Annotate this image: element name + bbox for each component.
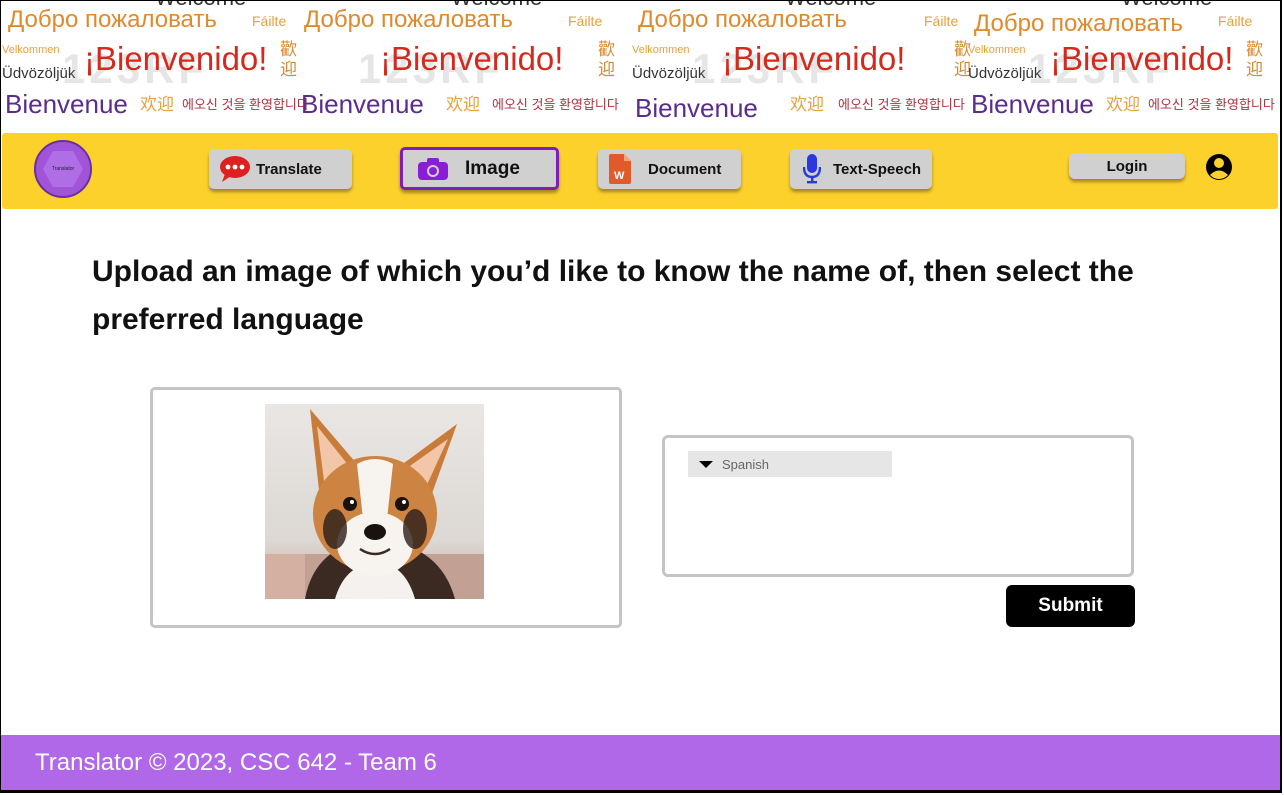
banner-word-french: Bienvenue xyxy=(971,89,1094,119)
logo-text: Translator xyxy=(51,166,75,172)
banner-word-russian: Добро пожаловать xyxy=(974,10,1183,37)
banner-word-russian: Добро пожаловать xyxy=(8,6,217,33)
nav-translate-button[interactable]: Translate xyxy=(209,149,352,189)
document-icon: W xyxy=(609,154,631,184)
banner-tile: Welcome Добро пожаловать Fáilte 123RF ¡B… xyxy=(296,0,630,132)
banner-word-korean: 에오신 것을 환영합니다 xyxy=(492,97,619,112)
login-button[interactable]: Login xyxy=(1069,153,1185,179)
nav-text-speech-label: Text-Speech xyxy=(833,160,922,178)
banner-word-korean: 에오신 것을 환영합니다 xyxy=(182,97,309,112)
banner-tile: Welcome Добро пожаловать Fáilte Velkomme… xyxy=(0,0,334,132)
banner-word-danish: Velkommen xyxy=(2,44,60,56)
banner-word-korean: 에오신 것을 환영합니다 xyxy=(838,97,965,112)
banner-word-chinese-simplified: 欢迎 xyxy=(446,95,480,114)
banner-word-russian: Добро пожаловать xyxy=(304,6,513,33)
footer: Translator © 2023, CSC 642 - Team 6 xyxy=(1,735,1281,791)
nav-bar: Translator Translate Image W Document Te… xyxy=(2,133,1278,209)
svg-text:W: W xyxy=(614,170,625,182)
app-logo[interactable]: Translator xyxy=(34,140,92,198)
banner-word-irish: Fáilte xyxy=(1218,13,1253,29)
uploaded-dog-image xyxy=(265,404,484,599)
caret-down-icon xyxy=(699,460,713,468)
banner-word-danish: Velkommen xyxy=(632,44,690,56)
language-select-value: Spanish xyxy=(722,456,769,472)
nav-text-speech-button[interactable]: Text-Speech xyxy=(790,149,932,189)
banner-word-chinese-simplified: 欢迎 xyxy=(790,95,824,114)
nav-image-label: Image xyxy=(465,157,520,179)
page-heading: Upload an image of which you’d like to k… xyxy=(92,255,1134,336)
banner-word-spanish: ¡Bienvenido! xyxy=(722,40,906,77)
submit-button[interactable]: Submit xyxy=(1006,585,1135,627)
banner-word-chinese-traditional: 歡迎 xyxy=(1246,40,1263,79)
nav-document-button[interactable]: W Document xyxy=(598,149,741,189)
banner-word-irish: Fáilte xyxy=(252,13,287,29)
camera-icon xyxy=(417,157,449,181)
banner-word-spanish: ¡Bienvenido! xyxy=(380,40,564,77)
banner-word-chinese-simplified: 欢迎 xyxy=(1106,95,1140,114)
banner-tile: Welcome Добро пожаловать Fáilte Velkomme… xyxy=(630,0,971,132)
banner-word-spanish: ¡Bienvenido! xyxy=(1050,40,1234,77)
banner-word-french: Bienvenue xyxy=(5,89,128,119)
banner-word-welcome: Welcome xyxy=(1121,0,1212,9)
image-upload-box[interactable] xyxy=(150,387,622,628)
banner-word-irish: Fáilte xyxy=(924,13,959,29)
banner-word-chinese-traditional: 歡迎 xyxy=(598,40,615,79)
nav-translate-label: Translate xyxy=(256,160,322,178)
banner-word-spanish: ¡Bienvenido! xyxy=(84,40,268,77)
banner-word-french: Bienvenue xyxy=(301,89,424,119)
banner-word-irish: Fáilte xyxy=(568,13,603,29)
logo-hexagon: Translator xyxy=(43,151,83,187)
banner-word-korean: 에오신 것을 환영합니다 xyxy=(1148,97,1275,112)
user-account-icon[interactable] xyxy=(1203,153,1235,181)
banner-word-danish: Velkommen xyxy=(968,44,1026,56)
banner-word-russian: Добро пожаловать xyxy=(638,6,847,33)
chat-bubble-icon xyxy=(219,155,251,183)
nav-document-label: Document xyxy=(648,160,722,178)
submit-label: Submit xyxy=(1038,595,1103,616)
footer-text: Translator © 2023, CSC 642 - Team 6 xyxy=(35,749,437,776)
banner-word-chinese-simplified: 欢迎 xyxy=(140,95,174,114)
login-label: Login xyxy=(1106,157,1148,175)
nav-image-button[interactable]: Image xyxy=(400,147,559,190)
microphone-icon xyxy=(803,154,821,184)
welcome-banner: Welcome Добро пожаловать Fáilte Velkomme… xyxy=(0,0,1284,132)
banner-word-french: Bienvenue xyxy=(635,93,758,123)
banner-tile: Welcome Добро пожаловать Fáilte Velkomme… xyxy=(966,0,1284,132)
language-select[interactable]: Spanish xyxy=(688,451,892,477)
language-box: Spanish xyxy=(662,435,1134,577)
